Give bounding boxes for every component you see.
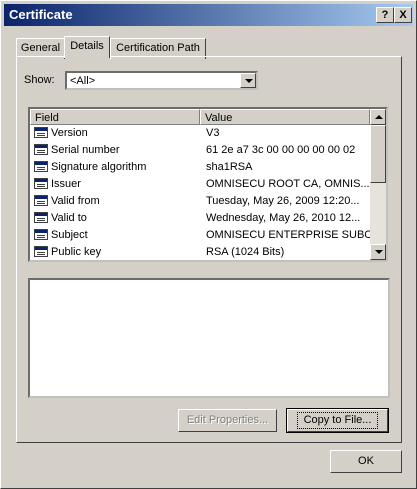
help-button[interactable]: ?	[376, 7, 394, 23]
list-row[interactable]: Version V3	[30, 125, 370, 142]
field-name: Serial number	[51, 144, 120, 156]
scroll-down-button[interactable]	[370, 244, 386, 260]
list-row[interactable]: Signature algorithm sha1RSA	[30, 159, 370, 176]
column-header-value[interactable]: Value	[200, 109, 370, 125]
field-value: Wednesday, May 26, 2010 12...	[206, 212, 361, 224]
field-value: RSA (1024 Bits)	[206, 246, 285, 258]
certificate-dialog: Certificate ? X General Details Certific…	[0, 0, 417, 489]
field-detail-textbox[interactable]	[28, 278, 390, 398]
dropdown-button[interactable]	[240, 73, 256, 88]
certificate-field-icon	[34, 161, 48, 172]
scroll-up-button[interactable]	[370, 109, 386, 125]
ok-button[interactable]: OK	[330, 450, 402, 473]
window-title: Certificate	[9, 7, 73, 22]
list-row[interactable]: Serial number 61 2e a7 3c 00 00 00 00 00…	[30, 142, 370, 159]
copy-to-file-button[interactable]: Copy to File...	[286, 408, 389, 433]
field-value: sha1RSA	[206, 161, 253, 173]
field-name: Valid to	[51, 212, 87, 224]
field-name: Public key	[51, 246, 102, 258]
field-name: Issuer	[51, 178, 81, 190]
list-row[interactable]: Valid from Tuesday, May 26, 2009 12:20..…	[30, 193, 370, 210]
certificate-field-icon	[34, 178, 48, 189]
scroll-thumb[interactable]	[370, 125, 386, 183]
vertical-scrollbar[interactable]	[370, 109, 386, 260]
field-name: Version	[51, 127, 88, 139]
title-bar[interactable]: Certificate ? X	[4, 4, 413, 26]
certificate-field-icon	[34, 127, 48, 138]
column-header-field[interactable]: Field	[30, 109, 200, 125]
list-row[interactable]: Valid to Wednesday, May 26, 2010 12...	[30, 210, 370, 227]
arrow-up-icon	[375, 115, 383, 119]
certificate-field-icon	[34, 144, 48, 155]
tab-details[interactable]: Details	[64, 36, 110, 58]
field-name: Signature algorithm	[51, 161, 147, 173]
certificate-field-icon	[34, 195, 48, 206]
fields-list[interactable]: Field Value Version V3 Serial number 61 …	[28, 107, 388, 262]
field-value: OMNISECU ROOT CA, OMNIS...	[206, 178, 370, 190]
field-name: Valid from	[51, 195, 100, 207]
field-value: OMNISECU ENTERPRISE SUBO...	[206, 229, 383, 241]
close-button[interactable]: X	[394, 7, 412, 23]
list-row[interactable]: Issuer OMNISECU ROOT CA, OMNIS...	[30, 176, 370, 193]
show-dropdown-value: <All>	[70, 75, 96, 87]
show-label: Show:	[24, 74, 55, 86]
field-name: Subject	[51, 229, 88, 241]
list-row[interactable]: Subject OMNISECU ENTERPRISE SUBO...	[30, 227, 382, 244]
show-dropdown[interactable]: <All>	[65, 71, 258, 90]
certificate-field-icon	[34, 212, 48, 223]
copy-to-file-label: Copy to File...	[296, 412, 379, 429]
arrow-down-icon	[375, 250, 383, 254]
field-value: Tuesday, May 26, 2009 12:20...	[206, 195, 360, 207]
certificate-field-icon	[34, 246, 48, 257]
field-value: 61 2e a7 3c 00 00 00 00 00 02	[206, 144, 356, 156]
chevron-down-icon	[245, 79, 253, 83]
field-value: V3	[206, 127, 220, 139]
edit-properties-button[interactable]: Edit Properties...	[178, 409, 277, 432]
certificate-field-icon	[34, 229, 48, 240]
list-row[interactable]: Public key RSA (1024 Bits)	[30, 244, 370, 260]
